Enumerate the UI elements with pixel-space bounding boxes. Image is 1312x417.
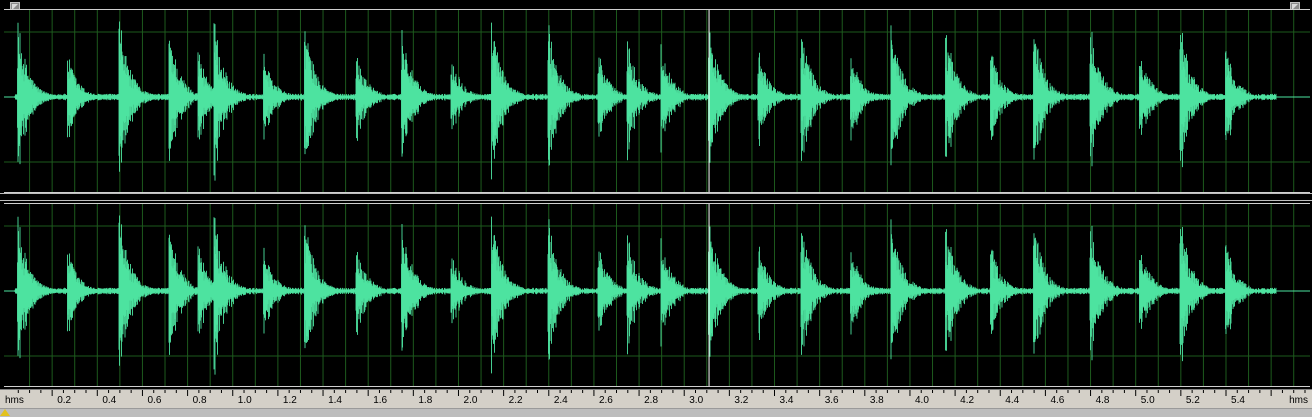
ruler-tick-label: 1.2 (282, 395, 297, 406)
ruler-tick-label: 1.8 (418, 395, 433, 406)
ruler-tick-label: 3.8 (869, 395, 884, 406)
ruler-tick-label: 5.0 (1140, 395, 1155, 406)
ruler-tick-label: 2.2 (508, 395, 523, 406)
waveform-line (14, 21, 1277, 181)
ruler-tick-label: 3.4 (779, 395, 794, 406)
playhead-triangle-icon[interactable] (0, 409, 10, 416)
ruler-tick-label: 2.6 (598, 395, 613, 406)
waveform-path (4, 215, 1310, 375)
ruler-tick-label: 0.2 (57, 395, 72, 406)
channel-bottom-waveform[interactable] (4, 203, 1310, 387)
ruler-tick-label: 4.2 (960, 395, 975, 406)
ruler-tick-label: 3.6 (824, 395, 839, 406)
ruler-unit-left: hms (5, 395, 24, 406)
ruler-tick-label: 0.6 (147, 395, 162, 406)
ruler-tick-label: 4.4 (1005, 395, 1020, 406)
ruler-tick-label: 1.6 (373, 395, 388, 406)
ruler-tick-label: 4.6 (1050, 395, 1065, 406)
ruler-tick-label: 3.2 (734, 395, 749, 406)
waveform-path (4, 21, 1310, 181)
ruler-tick-label: 2.0 (463, 395, 478, 406)
ruler-tick-label: 1.4 (328, 395, 342, 406)
ruler-tick-label: 4.8 (1095, 395, 1110, 406)
waveform-line (14, 215, 1277, 375)
ruler-tick-label: 2.8 (644, 395, 659, 406)
channel-divider[interactable] (0, 193, 1312, 201)
ruler-tick-label: 1.0 (237, 395, 252, 406)
ruler-tick-label: 2.4 (553, 395, 568, 406)
waveform-editor[interactable]: hms 0.2 0.4 0.6 0.8 1.0 1.2 1.4 1.6 1.8 2.0 2.2 2.4… (0, 0, 1312, 417)
ruler-tick-label: 0.4 (102, 395, 117, 406)
ruler-tick-label: 5.4 (1231, 395, 1245, 406)
waveform-bottom-svg (4, 204, 1310, 386)
time-ruler[interactable]: hms 0.2 0.4 0.6 0.8 1.0 1.2 1.4 1.6 1.8 2.0 2.2 2.4… (0, 389, 1312, 408)
ruler-tick-label: 0.8 (192, 395, 207, 406)
channel-top-waveform[interactable] (4, 9, 1310, 193)
ruler-tick-label: 4.0 (915, 395, 929, 406)
horizontal-scroll-strip[interactable] (0, 408, 1312, 417)
waveform-top-svg (4, 10, 1310, 192)
ruler-unit-right: hms (1289, 395, 1308, 406)
ruler-tick-label: 3.0 (689, 395, 704, 406)
ruler-tick-label: 5.2 (1185, 395, 1200, 406)
